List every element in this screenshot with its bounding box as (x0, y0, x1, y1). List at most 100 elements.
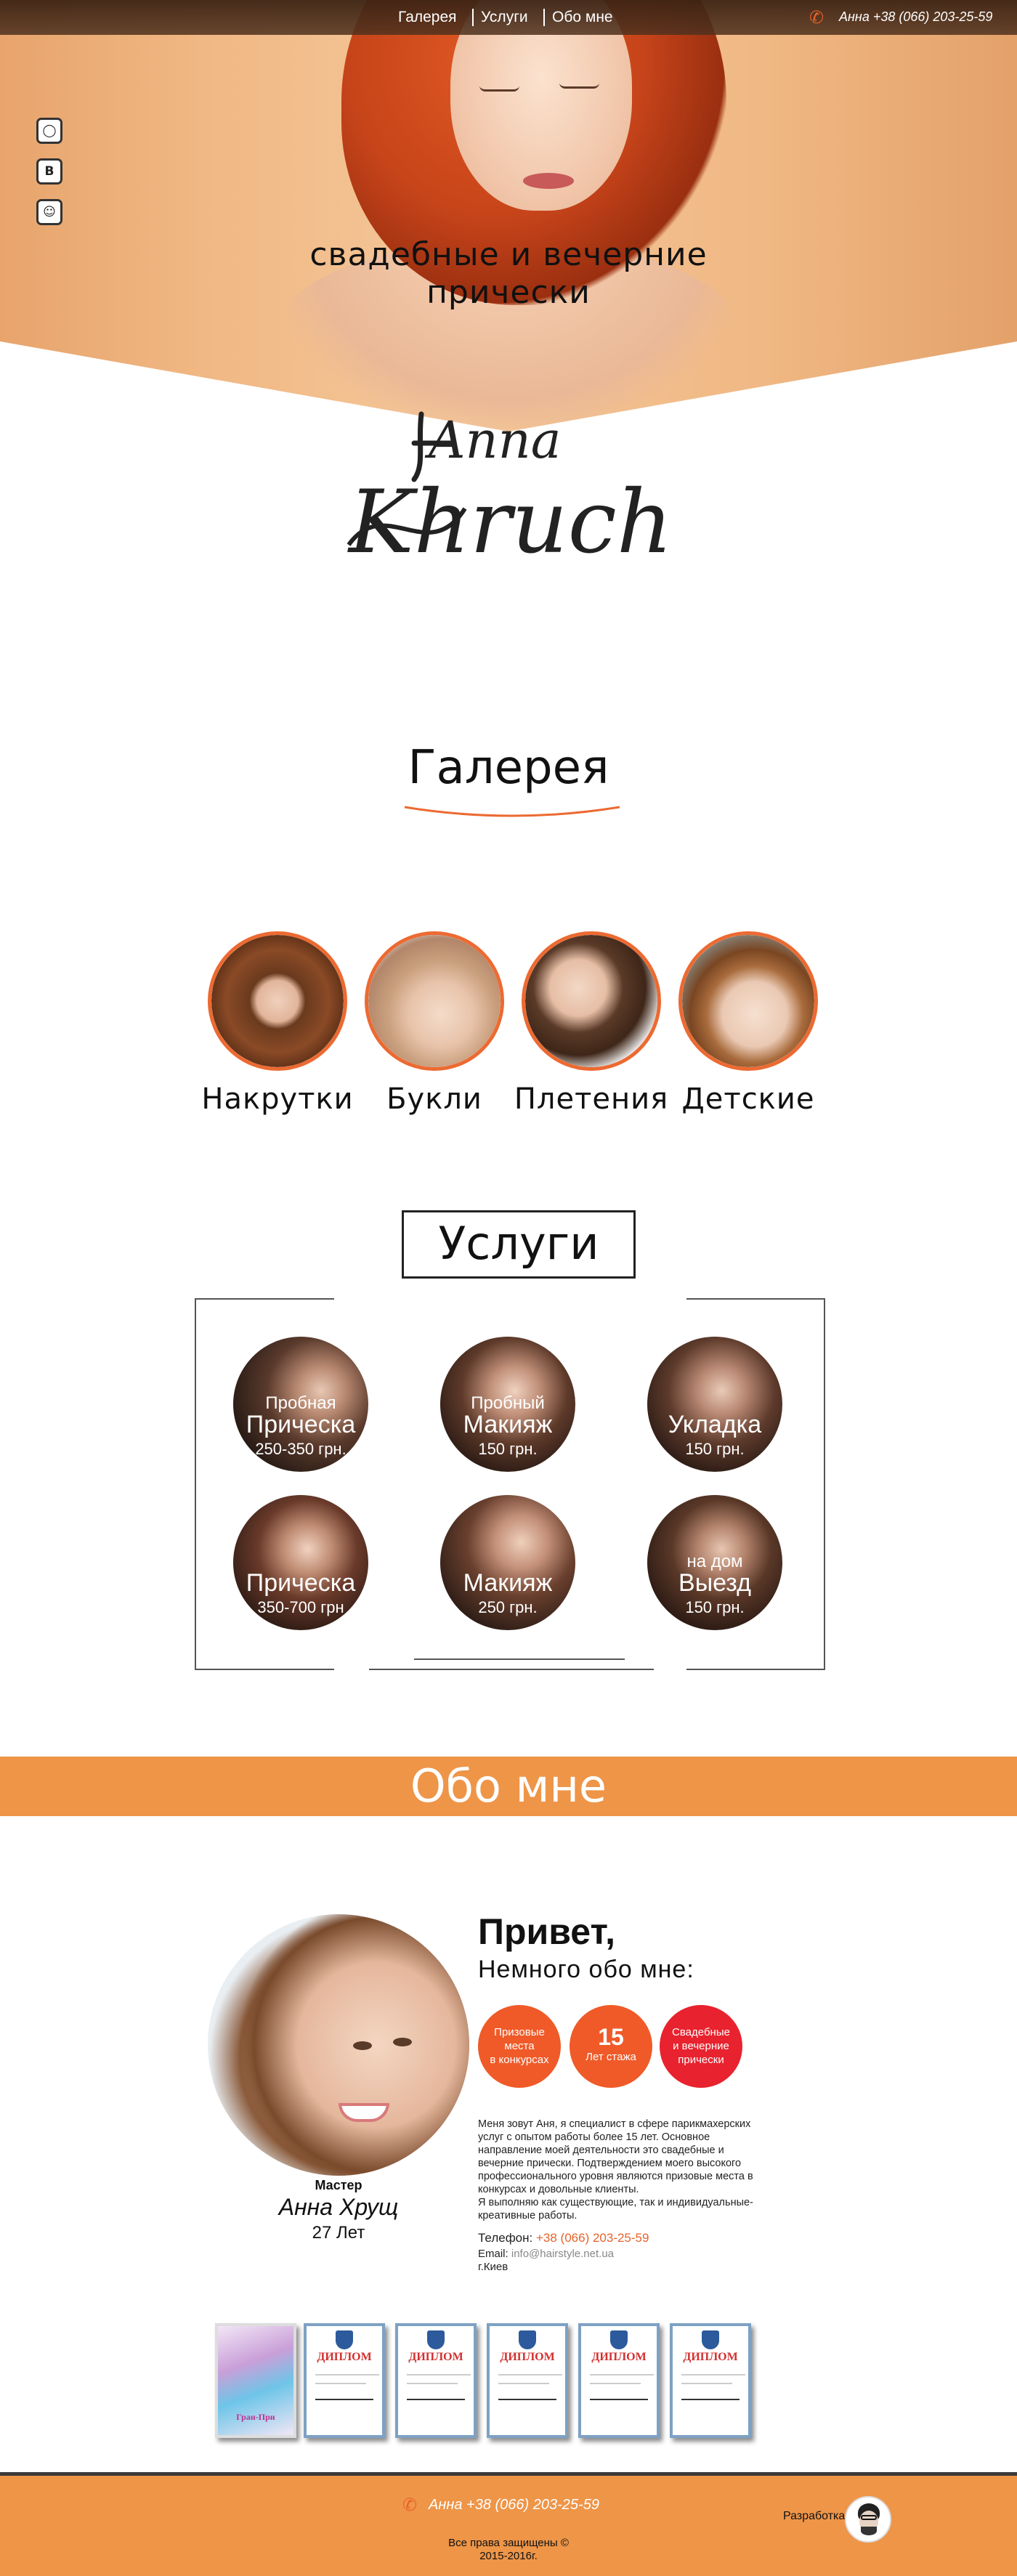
service-styling[interactable]: Укладка 150 грн. (647, 1337, 782, 1472)
diploma-crest-icon (610, 2330, 628, 2349)
contact-phone-label: Телефон: (478, 2231, 533, 2245)
portrait-eye (393, 2038, 412, 2046)
nav-link-gallery[interactable]: Галерея (398, 7, 457, 28)
footer-phone[interactable]: Анна +38 (066) 203-25-59 (429, 2497, 647, 2514)
diploma-text-line (498, 2374, 562, 2375)
vk-icon[interactable]: В (36, 158, 62, 185)
diploma-crest-icon (336, 2330, 353, 2349)
developer-label: Разработка (783, 2510, 846, 2522)
gallery-item-buckles[interactable] (365, 931, 504, 1071)
service-trial-makeup[interactable]: Пробный Макияж 150 грн. (440, 1337, 575, 1472)
service-name: Прическа (246, 1569, 356, 1597)
bio-line: Я выполняю как существующие, так и индив… (478, 2197, 753, 2208)
bio-line: конкурсах и довольные клиенты. (478, 2184, 639, 2195)
nav-link-about[interactable]: Обо мне (552, 7, 613, 28)
diploma-name-line (315, 2399, 373, 2400)
service-price: 250 грн. (478, 1598, 538, 1616)
header-phone[interactable]: Анна +38 (066) 203-25-59 (839, 6, 1017, 28)
gallery-label-kids[interactable]: Детские (654, 1082, 843, 1116)
contact-email-value[interactable]: info@hairstyle.net.ua (511, 2248, 614, 2260)
diploma-name-line (681, 2399, 740, 2400)
gallery-title: Галерея (408, 741, 609, 795)
instagram-icon[interactable]: ◯ (36, 118, 62, 144)
footer-copyright: Все права защищены © (448, 2537, 569, 2549)
services-title: Услуги (402, 1210, 636, 1279)
service-price: 250-350 грн. (255, 1440, 347, 1458)
stat-line: прически (678, 2054, 724, 2066)
logo-anna-text: Anna (424, 410, 561, 470)
service-name: Выезд (678, 1569, 751, 1597)
gallery-item-braids[interactable] (522, 931, 661, 1071)
diploma-crest-icon (702, 2330, 719, 2349)
phone-icon: ✆ (809, 7, 824, 28)
diploma-2[interactable]: ДИПЛОМ (395, 2323, 477, 2438)
gallery-item-curls[interactable] (208, 931, 347, 1071)
contact-phone: Телефон: +38 (066) 203-25-59 (478, 2232, 769, 2245)
diploma-name-line (590, 2399, 648, 2400)
diploma-3[interactable]: ДИПЛОМ (487, 2323, 568, 2438)
contact-phone-value[interactable]: +38 (066) 203-25-59 (536, 2231, 649, 2245)
diploma-crest-icon (519, 2330, 536, 2349)
hero-model-eye (479, 86, 519, 92)
diploma-text-line (315, 2374, 379, 2375)
diploma-text-line (498, 2383, 549, 2384)
hero-model-eye (559, 83, 599, 89)
contact-email-label: Email: (478, 2248, 508, 2260)
about-bio: Меня зовут Аня, я специалист в сфере пар… (478, 2118, 776, 2222)
nav-separator (472, 9, 474, 26)
diploma-4[interactable]: ДИПЛОМ (578, 2323, 660, 2438)
bio-line: профессионального уровня являются призов… (478, 2171, 753, 2182)
hero-model-lips (523, 173, 574, 189)
diploma-name-line (498, 2399, 556, 2400)
service-trial-hairstyle[interactable]: Пробная Прическа 250-350 грн. (233, 1337, 368, 1472)
about-subtitle: Немного обо мне: (478, 1956, 694, 1983)
diploma-title: Гран-При (236, 2412, 275, 2422)
odnoklassniki-icon[interactable]: ☺ (36, 199, 62, 225)
logo-khruch-text: Khruch (347, 472, 673, 573)
diploma-crest-icon (427, 2330, 445, 2349)
footer-years: 2015-2016г. (479, 2550, 538, 2562)
service-makeup[interactable]: Макияж 250 грн. (440, 1495, 575, 1630)
stat-line: и вечерние (673, 2040, 729, 2052)
diploma-grand-prix[interactable]: Гран-При (215, 2323, 296, 2438)
nav-link-services[interactable]: Услуги (481, 7, 528, 28)
contact-city: г.Киев (478, 2261, 508, 2273)
diploma-text-line (407, 2374, 471, 2375)
stat-wedding: Свадебные и вечерние прически (660, 2005, 742, 2088)
master-label: Мастер (315, 2178, 362, 2192)
diploma-title: ДИПЛОМ (500, 2351, 555, 2363)
nav-separator (543, 9, 545, 26)
diploma-1[interactable]: ДИПЛОМ (304, 2323, 385, 2438)
hero-tagline: свадебные и вечерние прически (254, 236, 763, 312)
master-portrait (208, 1914, 469, 2176)
master-age: 27 Лет (312, 2223, 365, 2243)
diploma-title: ДИПЛОМ (683, 2351, 738, 2363)
portrait-eye (353, 2041, 372, 2050)
stat-line: Призовые (494, 2026, 545, 2038)
developer-avatar[interactable] (845, 2496, 891, 2543)
about-title: Обо мне (410, 1759, 607, 1812)
gallery-item-kids[interactable] (678, 931, 818, 1071)
service-hairstyle[interactable]: Прическа 350-700 грн (233, 1495, 368, 1630)
service-price: 150 грн. (478, 1440, 538, 1458)
frame-divider (414, 1658, 625, 1660)
frame-gap (654, 1669, 686, 1673)
hero-tagline-line1: свадебные и вечерние (309, 236, 708, 273)
phone-icon: ✆ (402, 2495, 418, 2515)
bio-line: направление моей деятельности это свадеб… (478, 2144, 724, 2156)
stat-line: Лет стажа (586, 2051, 636, 2063)
diploma-title: ДИПЛОМ (591, 2351, 647, 2363)
diploma-text-line (590, 2383, 641, 2384)
stat-prize-places: Призовые места в конкурсах (478, 2005, 561, 2088)
bio-line: вечерние прически. Подтверждением моего … (478, 2158, 742, 2169)
service-name: Макияж (463, 1569, 553, 1597)
diploma-name-line (407, 2399, 465, 2400)
diploma-text-line (315, 2383, 366, 2384)
diploma-5[interactable]: ДИПЛОМ (670, 2323, 751, 2438)
service-home-visit[interactable]: на дом Выезд 150 грн. (647, 1495, 782, 1630)
service-price: 150 грн. (685, 1598, 745, 1616)
diploma-title: ДИПЛОМ (408, 2351, 463, 2363)
service-name: Укладка (668, 1411, 762, 1438)
master-name: Анна Хрущ (278, 2194, 399, 2220)
diploma-text-line (407, 2383, 458, 2384)
